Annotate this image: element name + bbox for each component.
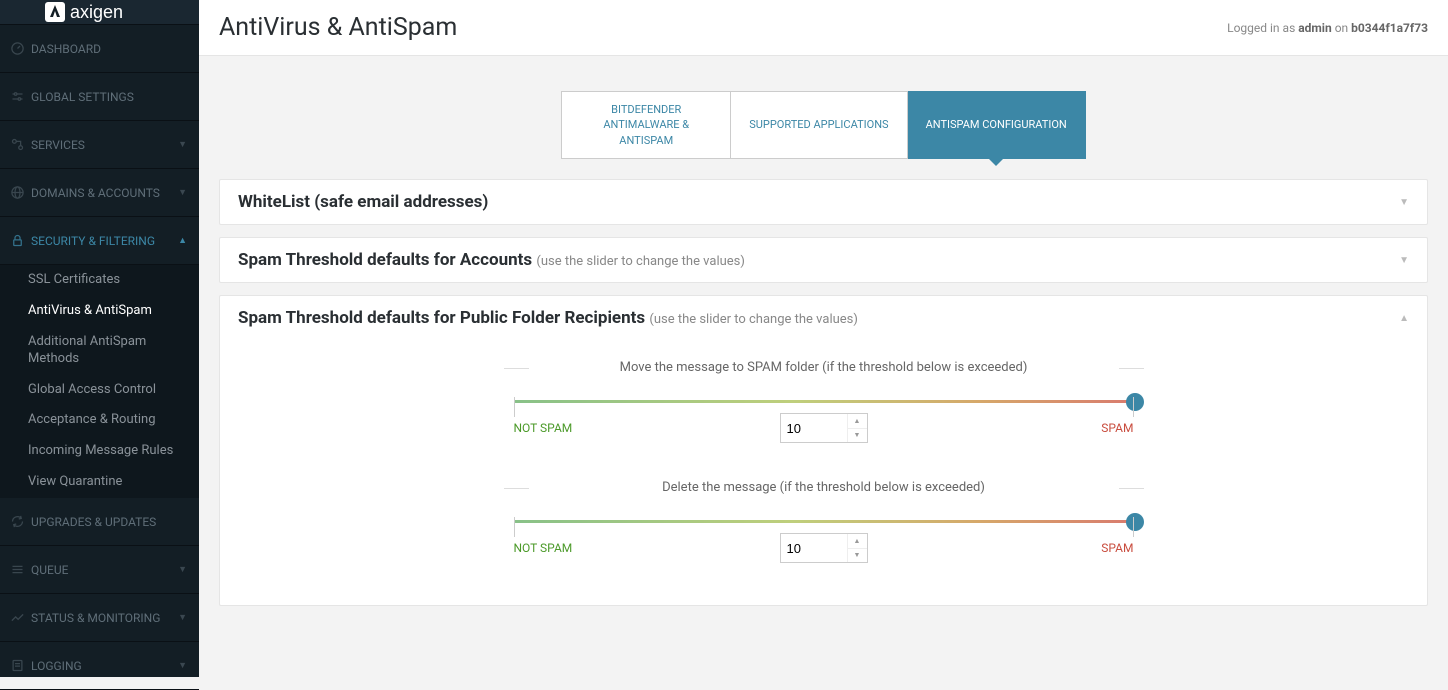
subnav-antivirus-antispam[interactable]: AntiVirus & AntiSpam <box>0 296 199 327</box>
nav-dashboard[interactable]: DASHBOARD <box>0 25 199 73</box>
not-spam-label: NOT SPAM <box>514 541 573 555</box>
chevron-down-icon: ▼ <box>1399 255 1409 266</box>
slider-labels: NOT SPAM ▲ ▼ SPAM <box>504 421 1144 435</box>
slider-handle[interactable] <box>1126 513 1144 531</box>
refresh-icon <box>10 514 25 529</box>
nav-label: QUEUE <box>31 563 68 577</box>
subnav-view-quarantine[interactable]: View Quarantine <box>0 467 199 498</box>
panel-public-folder-body: Move the message to SPAM folder (if the … <box>220 340 1427 605</box>
nav-security-filtering[interactable]: SECURITY & FILTERING ▲ <box>0 217 199 265</box>
spinner-down[interactable]: ▼ <box>848 549 867 563</box>
spinner-up[interactable]: ▲ <box>848 534 867 549</box>
slider-track <box>514 520 1134 523</box>
tab-antispam-configuration[interactable]: ANTISPAM CONFIGURATION <box>908 91 1086 159</box>
log-icon <box>10 658 25 673</box>
chevron-down-icon: ▼ <box>178 139 187 150</box>
tab-bitdefender[interactable]: BITDEFENDER ANTIMALWARE & ANTISPAM <box>561 91 731 159</box>
tabs: BITDEFENDER ANTIMALWARE & ANTISPAM SUPPO… <box>219 91 1428 159</box>
panel-whitelist: WhiteList (safe email addresses) ▼ <box>219 179 1428 225</box>
threshold-delete: Delete the message (if the threshold bel… <box>504 480 1144 555</box>
spinner-buttons: ▲ ▼ <box>847 414 867 442</box>
chevron-up-icon: ▲ <box>178 235 187 246</box>
nav-label: GLOBAL SETTINGS <box>31 90 134 104</box>
panel-accounts-title: Spam Threshold defaults for Accounts (us… <box>238 250 745 270</box>
logged-in-user: admin <box>1298 21 1331 35</box>
queue-icon <box>10 562 25 577</box>
nav-logging[interactable]: LOGGING ▼ <box>0 642 199 690</box>
nav-label: DASHBOARD <box>31 42 101 56</box>
sliders-icon <box>10 89 25 104</box>
subnav-additional-antispam[interactable]: Additional AntiSpam Methods <box>0 327 199 375</box>
nav-label: SECURITY & FILTERING <box>31 234 155 248</box>
dashboard-icon <box>10 41 25 56</box>
services-icon <box>10 137 25 152</box>
subnav-security: SSL Certificates AntiVirus & AntiSpam Ad… <box>0 265 199 498</box>
lock-icon <box>10 233 25 248</box>
threshold-move-to-spam: Move the message to SPAM folder (if the … <box>504 360 1144 435</box>
spinner-down[interactable]: ▼ <box>848 429 867 443</box>
logged-in-host: b0344f1a7f73 <box>1351 21 1428 35</box>
nav-queue[interactable]: QUEUE ▼ <box>0 546 199 594</box>
nav-label: DOMAINS & ACCOUNTS <box>31 186 160 200</box>
slider-labels: NOT SPAM ▲ ▼ SPAM <box>504 541 1144 555</box>
nav-label: LOGGING <box>31 659 82 673</box>
brand-logo[interactable]: axigen <box>0 0 199 25</box>
subnav-ssl[interactable]: SSL Certificates <box>0 265 199 296</box>
logged-in-status: Logged in as admin on b0344f1a7f73 <box>1227 21 1428 35</box>
nav-label: UPGRADES & UPDATES <box>31 515 156 529</box>
subnav-global-access-control[interactable]: Global Access Control <box>0 375 199 406</box>
subnav-incoming-rules[interactable]: Incoming Message Rules <box>0 436 199 467</box>
panel-whitelist-title: WhiteList (safe email addresses) <box>238 192 488 212</box>
slider-handle[interactable] <box>1126 393 1144 411</box>
nav-services[interactable]: SERVICES ▼ <box>0 121 199 169</box>
panel-public-folder-title: Spam Threshold defaults for Public Folde… <box>238 308 858 328</box>
spam-label: SPAM <box>1101 541 1133 555</box>
nav-upgrades[interactable]: UPGRADES & UPDATES <box>0 498 199 546</box>
threshold-value-spinner[interactable]: ▲ ▼ <box>780 533 868 563</box>
panel-accounts-threshold-header[interactable]: Spam Threshold defaults for Accounts (us… <box>220 238 1427 282</box>
nav-label: SERVICES <box>31 138 85 152</box>
chevron-down-icon: ▼ <box>178 612 187 623</box>
nav-status-monitoring[interactable]: STATUS & MONITORING ▼ <box>0 594 199 642</box>
spinner-up[interactable]: ▲ <box>848 414 867 429</box>
spinner-buttons: ▲ ▼ <box>847 534 867 562</box>
page-title: AntiVirus & AntiSpam <box>219 13 457 42</box>
threshold-label: Delete the message (if the threshold bel… <box>504 480 1144 495</box>
chart-icon <box>10 610 25 625</box>
sidebar: axigen DASHBOARD GLOBAL SETTINGS SERVICE… <box>0 0 199 677</box>
spam-label: SPAM <box>1101 421 1133 435</box>
threshold-label: Move the message to SPAM folder (if the … <box>504 360 1144 375</box>
threshold-slider[interactable] <box>514 400 1134 403</box>
content: BITDEFENDER ANTIMALWARE & ANTISPAM SUPPO… <box>199 56 1448 638</box>
main: AntiVirus & AntiSpam Logged in as admin … <box>199 0 1448 677</box>
threshold-value-spinner[interactable]: ▲ ▼ <box>780 413 868 443</box>
nav-domains-accounts[interactable]: DOMAINS & ACCOUNTS ▼ <box>0 169 199 217</box>
chevron-down-icon: ▼ <box>178 564 187 575</box>
slider-track <box>514 400 1134 403</box>
tab-supported-applications[interactable]: SUPPORTED APPLICATIONS <box>731 91 907 159</box>
panel-whitelist-header[interactable]: WhiteList (safe email addresses) ▼ <box>220 180 1427 224</box>
threshold-value-input[interactable] <box>781 534 847 562</box>
threshold-slider[interactable] <box>514 520 1134 523</box>
panel-public-folder-threshold-header[interactable]: Spam Threshold defaults for Public Folde… <box>220 296 1427 340</box>
chevron-up-icon: ▲ <box>1399 313 1409 324</box>
nav-global-settings[interactable]: GLOBAL SETTINGS <box>0 73 199 121</box>
sidebar-nav: DASHBOARD GLOBAL SETTINGS SERVICES ▼ DOM… <box>0 25 199 690</box>
nav-label: STATUS & MONITORING <box>31 611 160 625</box>
globe-icon <box>10 185 25 200</box>
chevron-down-icon: ▼ <box>178 187 187 198</box>
chevron-down-icon: ▼ <box>1399 197 1409 208</box>
subnav-acceptance-routing[interactable]: Acceptance & Routing <box>0 405 199 436</box>
chevron-down-icon: ▼ <box>178 660 187 671</box>
not-spam-label: NOT SPAM <box>514 421 573 435</box>
threshold-value-input[interactable] <box>781 414 847 442</box>
panel-accounts-threshold: Spam Threshold defaults for Accounts (us… <box>219 237 1428 283</box>
panel-public-folder-threshold: Spam Threshold defaults for Public Folde… <box>219 295 1428 606</box>
svg-text:axigen: axigen <box>70 2 123 22</box>
header: AntiVirus & AntiSpam Logged in as admin … <box>199 0 1448 56</box>
